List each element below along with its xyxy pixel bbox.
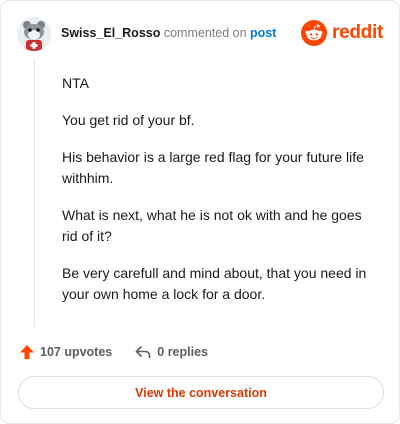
comment-paragraph: What is next, what he is not ok with and…: [62, 207, 362, 244]
reply-button[interactable]: 0 replies: [134, 344, 208, 360]
comment-meta: Swiss_El_Rosso commented on post: [61, 26, 276, 40]
commented-on-text: commented on: [163, 26, 247, 40]
reddit-logo[interactable]: reddit: [301, 20, 383, 46]
view-conversation-button[interactable]: View the conversation: [18, 376, 384, 409]
comment-paragraph: Be very carefull and mind about, that yo…: [62, 265, 367, 302]
post-link[interactable]: post: [250, 26, 276, 40]
comment-body: NTA You get rid of your bf. His behavior…: [62, 73, 380, 321]
comment-header: Swiss_El_Rosso commented on post reddit: [17, 17, 383, 51]
user-avatar[interactable]: [17, 17, 51, 51]
thread-line: [34, 59, 35, 327]
reddit-snoo-icon: [301, 20, 328, 46]
username-link[interactable]: Swiss_El_Rosso: [61, 26, 160, 40]
upvote-button[interactable]: 107 upvotes: [19, 344, 112, 360]
reply-arrow-icon: [135, 346, 151, 359]
avatar-mascot-icon: [17, 17, 51, 51]
reply-count: 0 replies: [157, 345, 208, 359]
upvote-arrow-icon: [20, 345, 34, 359]
comment-paragraph: His behavior is a large red flag for you…: [62, 149, 364, 186]
comment-paragraph: NTA: [62, 75, 89, 91]
upvote-count: 107 upvotes: [40, 345, 113, 359]
embedded-comment-card: Swiss_El_Rosso commented on post reddit …: [0, 0, 400, 424]
comment-actions: 107 upvotes 0 replies: [19, 342, 208, 362]
reddit-wordmark: reddit: [332, 22, 383, 43]
comment-paragraph: You get rid of your bf.: [62, 112, 195, 128]
